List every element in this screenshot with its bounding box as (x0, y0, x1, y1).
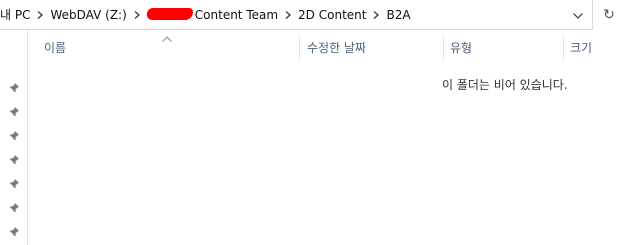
column-divider[interactable] (443, 36, 444, 60)
pin-icon[interactable] (8, 202, 20, 214)
column-header-size[interactable]: 크기 (570, 34, 620, 60)
column-divider[interactable] (299, 36, 300, 60)
navigation-pane (0, 30, 28, 245)
pin-icon[interactable] (8, 82, 20, 94)
breadcrumb-content-team[interactable]: Content Team (146, 0, 278, 29)
breadcrumb-webdav[interactable]: WebDAV (Z:) (50, 0, 126, 29)
breadcrumb-label[interactable]: B2A (386, 8, 410, 22)
refresh-icon: ↻ (603, 7, 615, 23)
column-label[interactable]: 유형 (450, 39, 472, 56)
pin-icon[interactable] (8, 226, 20, 238)
column-header-type[interactable]: 유형 (450, 34, 560, 60)
breadcrumb-b2a[interactable]: B2A (386, 0, 410, 29)
pin-icon[interactable] (8, 178, 20, 190)
breadcrumb-chevron-icon[interactable] (278, 10, 298, 19)
address-bar[interactable]: 내 PC WebDAV (Z:) Content Team 2D Content (0, 0, 592, 30)
column-label[interactable]: 이름 (44, 39, 66, 56)
breadcrumb-label[interactable]: 내 PC (0, 6, 30, 23)
column-label[interactable]: 수정한 날짜 (307, 39, 366, 56)
refresh-button[interactable]: ↻ (596, 2, 622, 28)
pin-icon[interactable] (8, 130, 20, 142)
file-explorer-window: 내 PC WebDAV (Z:) Content Team 2D Content (0, 0, 627, 245)
column-header-row: 이름 수정한 날짜 유형 크기 (28, 34, 627, 60)
address-history-dropdown[interactable] (566, 2, 590, 28)
breadcrumb-chevron-icon[interactable] (366, 10, 386, 19)
breadcrumb-label[interactable]: WebDAV (Z:) (50, 8, 126, 22)
address-divider (592, 0, 593, 30)
breadcrumb-label[interactable]: 2D Content (298, 8, 366, 22)
breadcrumb-chevron-icon[interactable] (127, 10, 147, 19)
breadcrumb-chevron-icon[interactable] (30, 10, 50, 19)
breadcrumb-label[interactable]: Content Team (195, 8, 278, 22)
empty-folder-message: 이 폴더는 비어 있습니다. (442, 78, 568, 92)
breadcrumb-2d-content[interactable]: 2D Content (298, 0, 366, 29)
column-header-name[interactable]: 이름 (44, 34, 294, 60)
column-header-modified[interactable]: 수정한 날짜 (307, 34, 442, 60)
pin-icon[interactable] (8, 106, 20, 118)
breadcrumb-this-pc[interactable]: 내 PC (0, 0, 30, 29)
chevron-down-icon (573, 8, 583, 22)
column-divider[interactable] (563, 36, 564, 60)
address-row: 내 PC WebDAV (Z:) Content Team 2D Content (0, 0, 627, 30)
column-label[interactable]: 크기 (570, 39, 592, 56)
pin-icon[interactable] (8, 154, 20, 166)
redaction-mark (146, 7, 193, 20)
